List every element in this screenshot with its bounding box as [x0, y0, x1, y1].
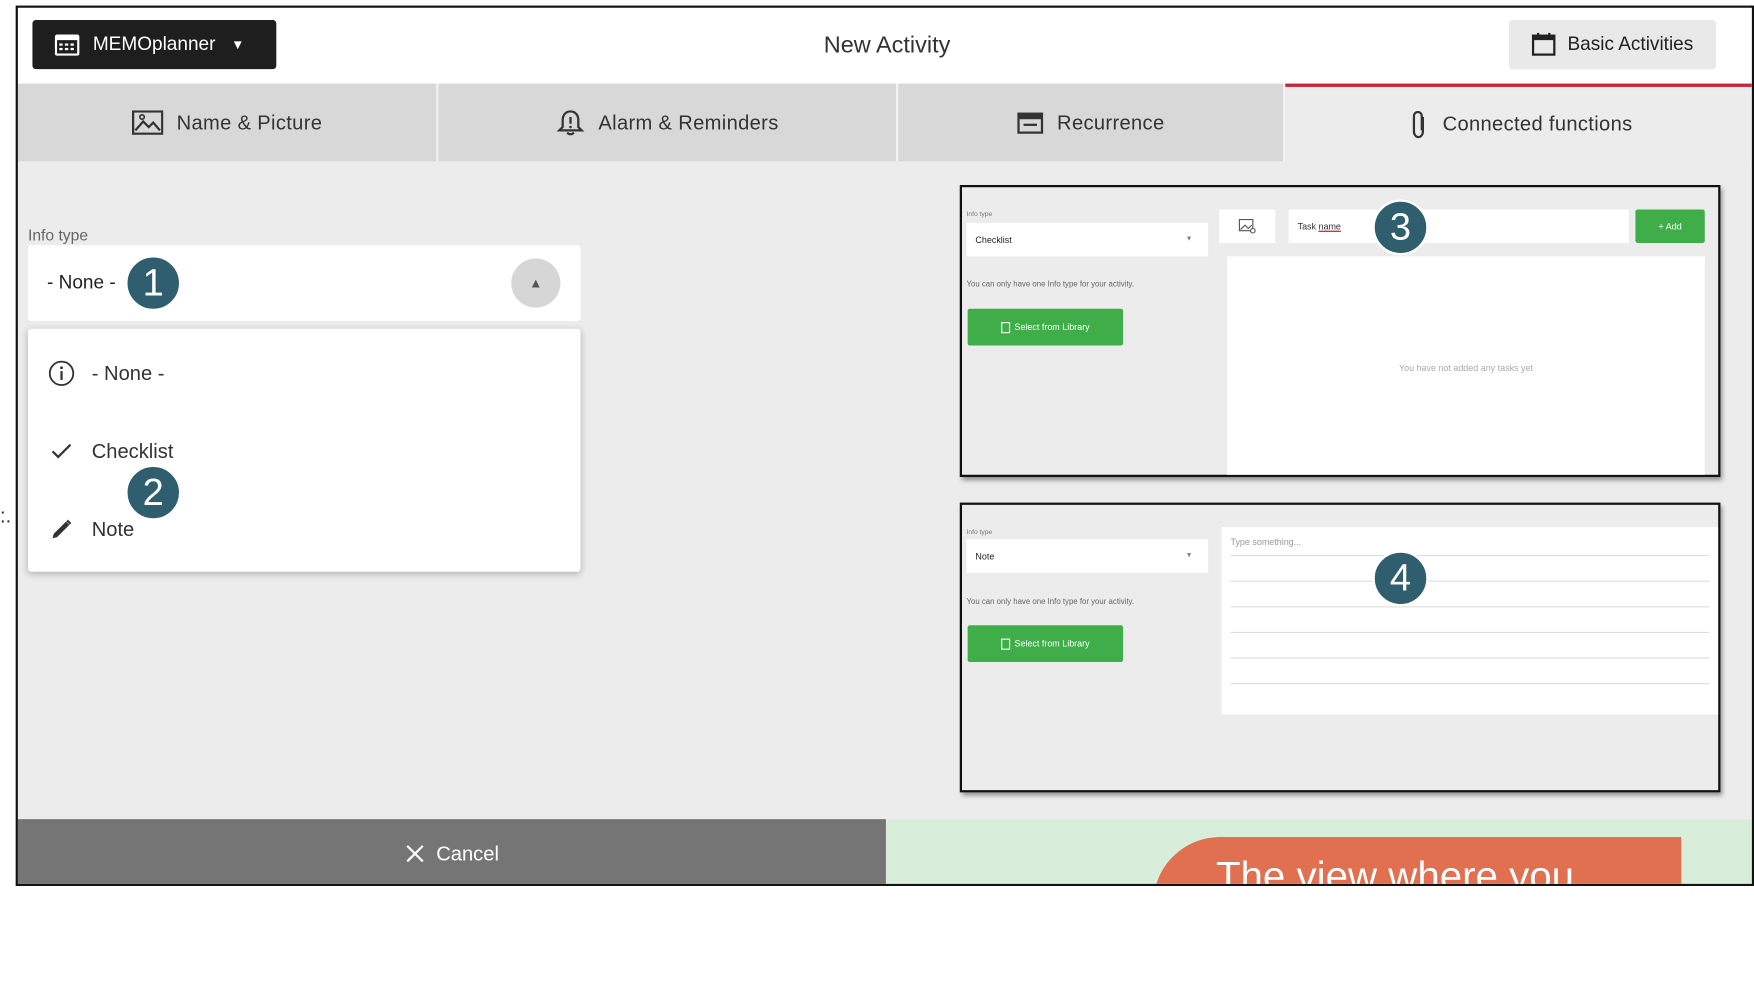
calendar-icon [54, 34, 80, 56]
chevron-down-icon: ▼ [231, 36, 245, 53]
checklist-preview-screenshot: Info type Checklist ▼ You can only have … [959, 184, 1721, 477]
callout-badge-1: 1 [125, 255, 182, 311]
preview-add-button: + Add [1635, 209, 1705, 243]
preview-library-label: Select from Library [1014, 322, 1090, 333]
tab-label: Connected functions [1442, 112, 1633, 135]
info-type-label: Info type [27, 226, 89, 245]
content-area: Info type - None - ▲ 1 - None - Checklis… [17, 161, 1752, 820]
image-add-icon [1219, 209, 1276, 243]
preview-library-label: Select from Library [1014, 638, 1090, 649]
info-type-dropdown-menu: - None - Checklist Note [27, 328, 581, 572]
paperclip-icon [1412, 110, 1424, 138]
chevron-down-icon: ▼ [1185, 236, 1193, 243]
tab-label: Recurrence [1057, 110, 1165, 134]
callout-badge-2: 2 [125, 464, 182, 521]
top-bar: New Activity MEMOplanner ▼ Basic Activit… [17, 7, 1752, 84]
tab-bar: Name & Picture Alarm & Reminders Recurre… [17, 83, 1752, 162]
menu-item-none[interactable]: - None - [28, 334, 581, 412]
tab-recurrence[interactable]: Recurrence [898, 83, 1286, 162]
preview-task-placeholder-prefix: Task [1297, 221, 1319, 232]
note-preview-screenshot: Info type Note ▼ You can only have one I… [959, 502, 1721, 793]
preview-empty-text: You have not added any tasks yet [1398, 362, 1533, 373]
tab-label: Name & Picture [176, 110, 323, 134]
alarm-bell-icon [556, 110, 585, 136]
page-title: New Activity [823, 32, 951, 58]
preview-note-placeholder: Type something... [1230, 537, 1302, 548]
preview-info-type-select: Note ▼ [966, 539, 1209, 573]
preview-task-list: You have not added any tasks yet [1227, 256, 1705, 475]
edge-text: :. [0, 504, 12, 528]
preview-select-value: Checklist [975, 234, 1012, 245]
menu-item-label: Checklist [91, 439, 174, 462]
book-icon [1001, 638, 1011, 650]
preview-note-text: You can only have one Info type for your… [966, 280, 1135, 289]
preview-select-library-button: Select from Library [967, 308, 1124, 346]
calendar-icon [1017, 112, 1044, 134]
brand-label: MEMOplanner [92, 33, 216, 55]
info-icon [47, 359, 76, 388]
preview-task-name-input: Task name [1288, 209, 1629, 243]
callout-badge-4: 4 [1372, 550, 1429, 607]
info-type-select[interactable]: - None - [27, 245, 581, 321]
basic-activities-label: Basic Activities [1567, 33, 1694, 55]
preview-info-type-label: Info type [966, 211, 993, 219]
menu-item-label: Note [91, 517, 135, 540]
preview-note-textarea: Type something... [1221, 527, 1719, 715]
preview-task-placeholder-underlined: name [1318, 221, 1341, 232]
pencil-icon [47, 515, 76, 544]
chevron-down-icon: ▼ [1185, 552, 1193, 560]
calendar-icon [1532, 32, 1556, 56]
menu-item-note[interactable]: Note [28, 490, 581, 568]
chevron-up-icon[interactable]: ▲ [511, 258, 561, 308]
tab-name-picture[interactable]: Name & Picture [17, 83, 439, 162]
preview-note-text: You can only have one Info type for your… [966, 598, 1135, 607]
book-icon [1001, 321, 1011, 333]
preview-select-value: Note [975, 551, 995, 562]
info-type-selected-value: - None - [46, 271, 116, 294]
app-window: New Activity MEMOplanner ▼ Basic Activit… [15, 5, 1754, 886]
menu-item-label: - None - [91, 361, 165, 384]
cancel-label: Cancel [436, 841, 499, 865]
tab-alarm-reminders[interactable]: Alarm & Reminders [438, 83, 899, 162]
callout-badge-3: 3 [1372, 199, 1429, 256]
cancel-button[interactable]: Cancel [17, 819, 886, 884]
close-icon [406, 845, 424, 863]
memoplanner-menu-button[interactable]: MEMOplanner ▼ [32, 20, 277, 70]
tab-connected-functions[interactable]: Connected functions [1285, 83, 1752, 162]
picture-icon [131, 110, 164, 135]
check-icon [47, 437, 76, 466]
preview-select-library-button: Select from Library [967, 625, 1124, 662]
preview-info-type-select: Checklist ▼ [966, 222, 1209, 257]
annotation-callout: The view where you [1153, 836, 1682, 884]
preview-info-type-label: Info type [966, 529, 993, 537]
menu-item-checklist[interactable]: Checklist [28, 412, 581, 490]
basic-activities-button[interactable]: Basic Activities [1509, 20, 1716, 70]
tab-label: Alarm & Reminders [598, 110, 779, 134]
